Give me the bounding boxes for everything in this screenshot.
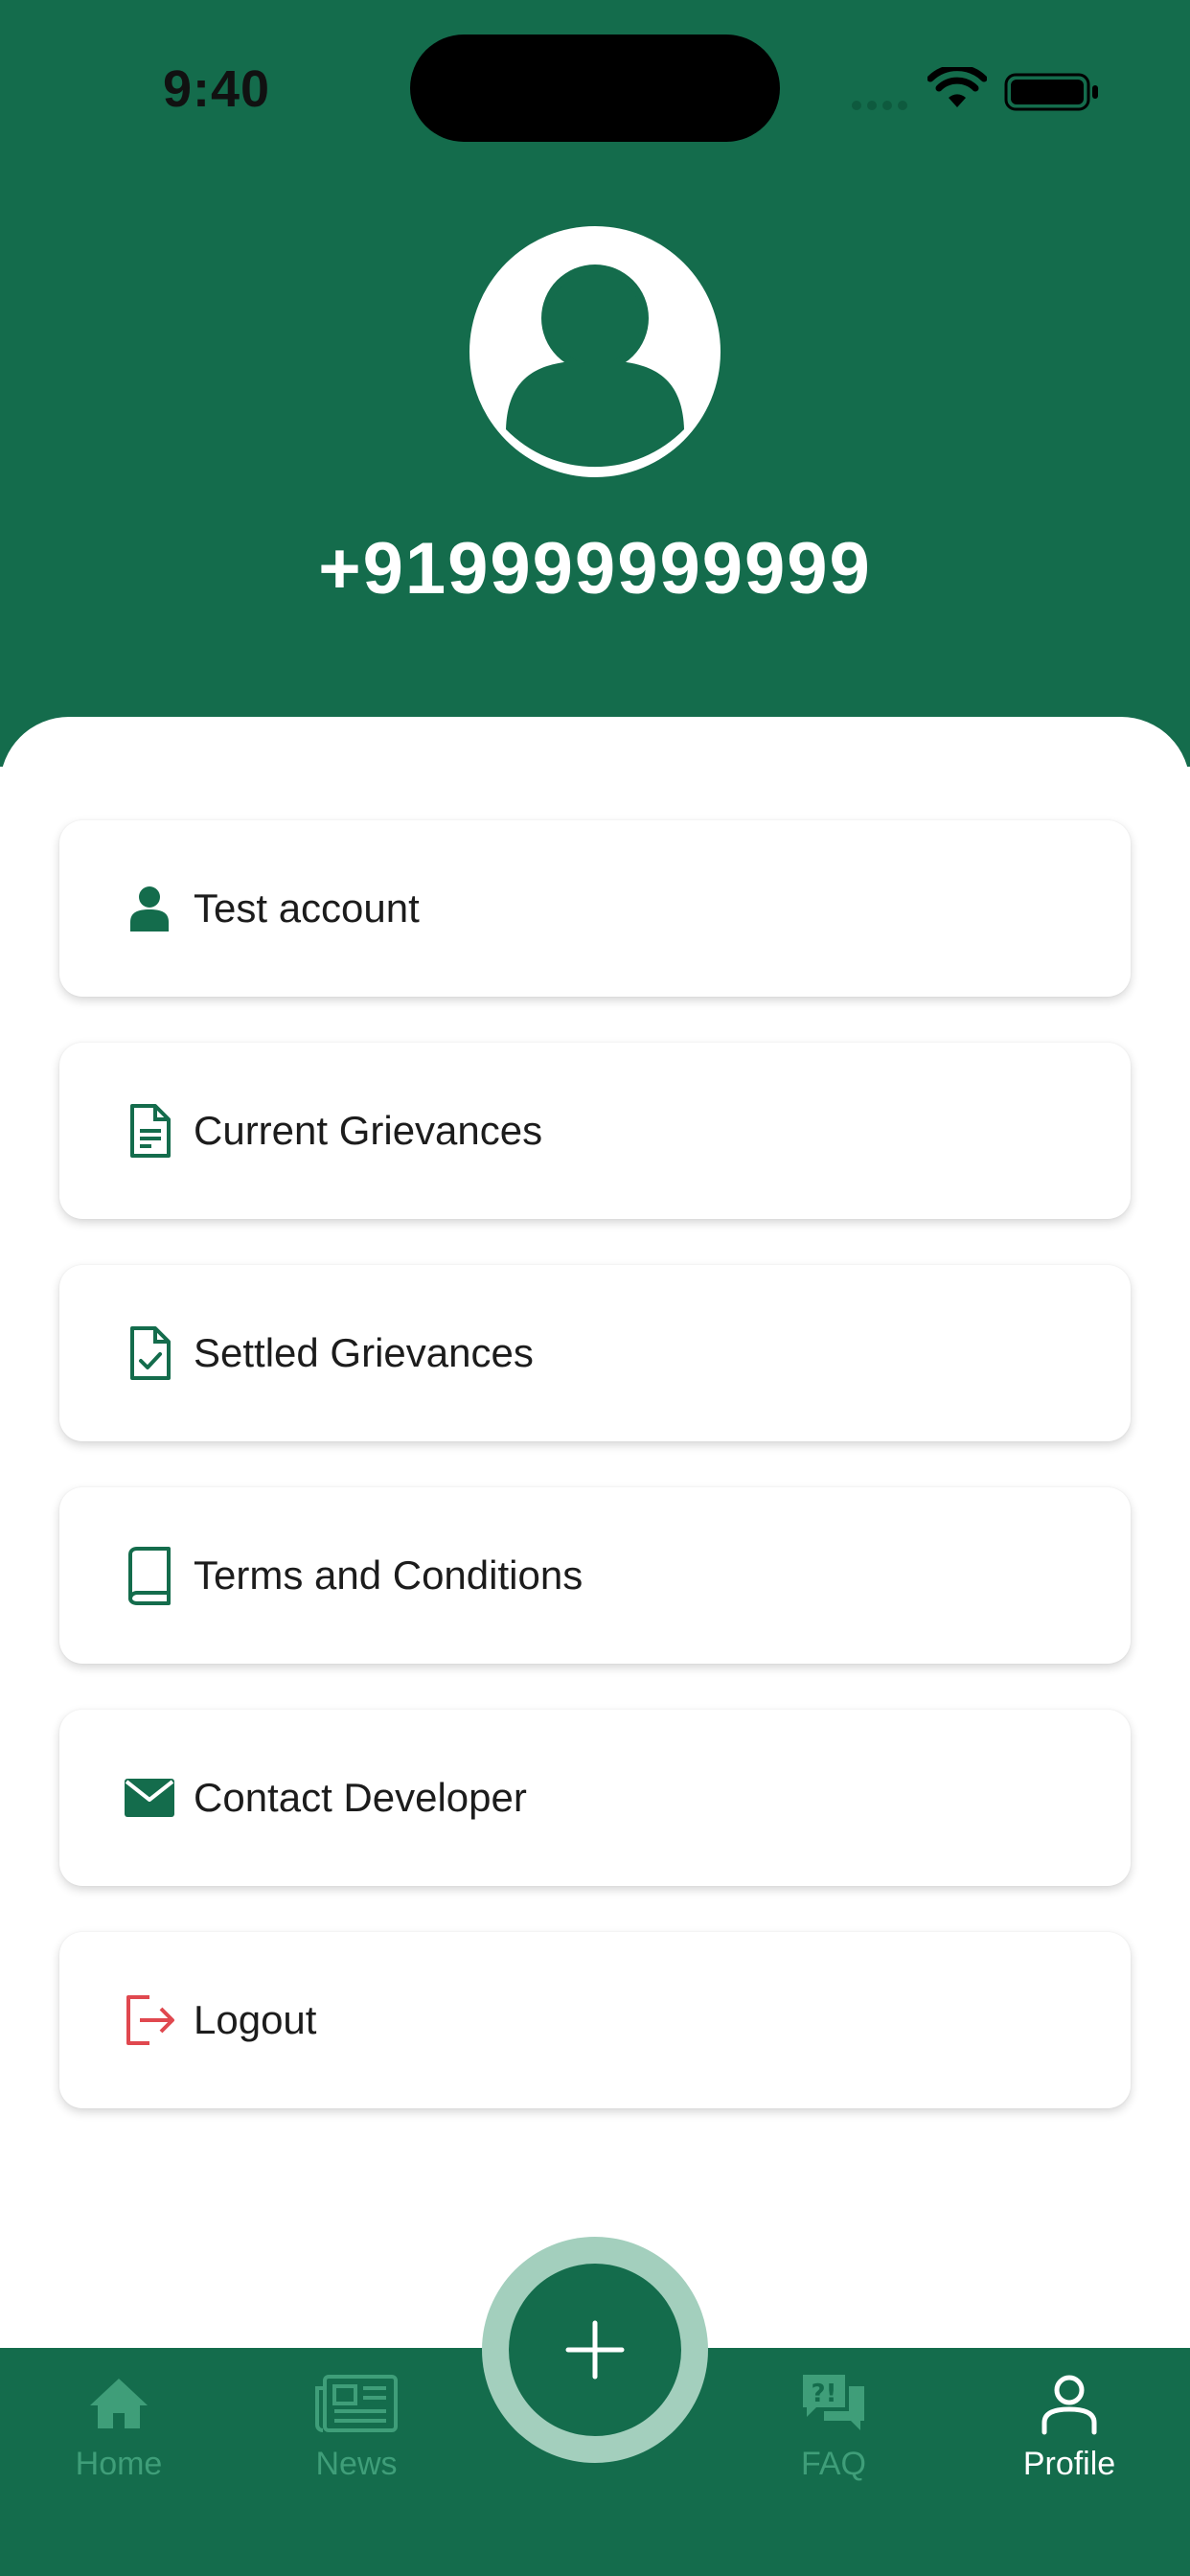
person-icon: [130, 886, 169, 932]
document-icon: [130, 1104, 171, 1158]
profile-icon: [1041, 2375, 1097, 2435]
newspaper-icon: [315, 2375, 398, 2432]
menu-item-current-grievances[interactable]: Current Grievances: [59, 1043, 1131, 1219]
menu-item-label: Terms and Conditions: [194, 1552, 584, 1598]
menu-item-logout[interactable]: Logout: [59, 1932, 1131, 2108]
logout-icon: [126, 1995, 174, 2045]
menu-item-terms-and-conditions[interactable]: Terms and Conditions: [59, 1487, 1131, 1664]
tab-faq[interactable]: ?! FAQ: [738, 2369, 929, 2484]
tab-home[interactable]: Home: [23, 2369, 215, 2484]
book-icon: [128, 1547, 171, 1605]
mail-icon: [125, 1779, 174, 1817]
battery-icon: [1004, 73, 1098, 111]
faq-chat-icon: ?!: [803, 2375, 864, 2430]
menu-item-settled-grievances[interactable]: Settled Grievances: [59, 1265, 1131, 1441]
avatar[interactable]: [469, 226, 721, 477]
phone-number: +919999999999: [318, 528, 872, 610]
plus-icon: [565, 2320, 625, 2380]
menu-item-label: Current Grievances: [194, 1108, 543, 1153]
menu-item-label: Settled Grievances: [194, 1330, 534, 1375]
status-time: 9:40: [163, 60, 271, 118]
tab-label: FAQ: [800, 2446, 867, 2482]
tab-news[interactable]: News: [261, 2369, 452, 2484]
menu-item-contact-developer[interactable]: Contact Developer: [59, 1710, 1131, 1886]
dynamic-island: [410, 34, 780, 142]
tab-label: Profile: [1022, 2446, 1116, 2482]
menu-item-test-account[interactable]: Test account: [59, 820, 1131, 997]
home-icon: [90, 2379, 148, 2428]
add-grievance-button[interactable]: [509, 2264, 681, 2436]
menu-item-label: Test account: [194, 886, 420, 931]
document-check-icon: [130, 1326, 171, 1380]
menu-item-label: Logout: [194, 1997, 317, 2042]
profile-header: 9:40 +919999999999: [0, 0, 1190, 767]
signal-icon: [852, 101, 907, 110]
tab-label: Home: [75, 2446, 163, 2482]
wifi-icon: [927, 67, 987, 107]
menu-item-label: Contact Developer: [194, 1775, 527, 1820]
tab-label: News: [315, 2446, 398, 2482]
svg-text:?!: ?!: [812, 2380, 837, 2408]
avatar-person-icon: [506, 264, 684, 468]
tab-profile[interactable]: Profile: [973, 2369, 1165, 2484]
